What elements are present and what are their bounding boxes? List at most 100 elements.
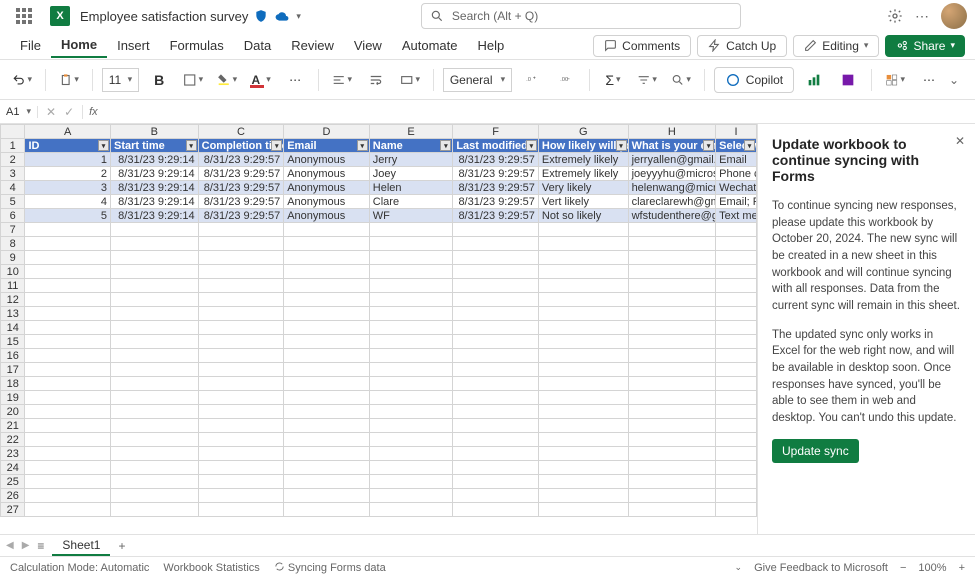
cell[interactable]: Not so likely bbox=[538, 209, 628, 223]
sheet-tab[interactable]: Sheet1 bbox=[52, 536, 110, 556]
cell[interactable] bbox=[716, 265, 757, 279]
row-header[interactable]: 21 bbox=[1, 419, 25, 433]
cell[interactable] bbox=[538, 223, 628, 237]
cell[interactable] bbox=[111, 405, 199, 419]
sort-filter-button[interactable]: ▾ bbox=[633, 66, 661, 94]
name-box[interactable]: A1▾ bbox=[0, 106, 38, 118]
cell[interactable] bbox=[111, 503, 199, 517]
more-icon[interactable]: ⋯ bbox=[915, 8, 929, 25]
cell[interactable] bbox=[538, 419, 628, 433]
row-header[interactable]: 16 bbox=[1, 349, 25, 363]
cell[interactable] bbox=[25, 447, 111, 461]
cell[interactable]: 8/31/23 9:29:57 bbox=[453, 181, 539, 195]
row-header[interactable]: 8 bbox=[1, 237, 25, 251]
row-header[interactable]: 27 bbox=[1, 503, 25, 517]
cell[interactable] bbox=[198, 405, 284, 419]
fill-color-button[interactable]: ▾ bbox=[213, 66, 241, 94]
col-header[interactable]: C bbox=[198, 125, 284, 139]
cell[interactable] bbox=[284, 307, 370, 321]
cell[interactable] bbox=[369, 489, 453, 503]
cell[interactable] bbox=[198, 237, 284, 251]
cell[interactable] bbox=[198, 503, 284, 517]
prev-sheet-icon[interactable]: ◀ bbox=[6, 540, 14, 551]
comments-button[interactable]: Comments bbox=[593, 35, 691, 57]
cell[interactable] bbox=[25, 223, 111, 237]
table-header-cell[interactable]: ID▾ bbox=[25, 139, 111, 153]
col-header[interactable]: F bbox=[453, 125, 539, 139]
shield-icon[interactable] bbox=[254, 9, 268, 23]
cell[interactable] bbox=[716, 475, 757, 489]
cell[interactable]: Anonymous bbox=[284, 167, 370, 181]
filter-icon[interactable]: ▾ bbox=[357, 140, 368, 151]
cell[interactable] bbox=[369, 321, 453, 335]
menu-home[interactable]: Home bbox=[51, 33, 107, 58]
cell[interactable] bbox=[716, 223, 757, 237]
cell[interactable] bbox=[198, 321, 284, 335]
cell[interactable] bbox=[25, 349, 111, 363]
cell[interactable] bbox=[716, 237, 757, 251]
merge-button[interactable]: ▾ bbox=[396, 66, 424, 94]
cell[interactable] bbox=[111, 307, 199, 321]
menu-review[interactable]: Review bbox=[281, 34, 344, 57]
cell[interactable] bbox=[198, 335, 284, 349]
filter-icon[interactable]: ▾ bbox=[440, 140, 451, 151]
cell[interactable] bbox=[369, 307, 453, 321]
cell-styles-button[interactable]: ▾ bbox=[881, 66, 909, 94]
cell[interactable]: 8/31/23 9:29:14 bbox=[111, 167, 199, 181]
cell[interactable] bbox=[716, 293, 757, 307]
cell[interactable] bbox=[111, 321, 199, 335]
row-header[interactable]: 18 bbox=[1, 377, 25, 391]
cell[interactable] bbox=[25, 265, 111, 279]
workbook-stats[interactable]: Workbook Statistics bbox=[163, 562, 259, 574]
cell[interactable] bbox=[284, 293, 370, 307]
cell[interactable] bbox=[111, 335, 199, 349]
cell[interactable]: Anonymous bbox=[284, 153, 370, 167]
align-button[interactable]: ▾ bbox=[328, 66, 356, 94]
cell[interactable] bbox=[453, 251, 539, 265]
row-header[interactable]: 20 bbox=[1, 405, 25, 419]
cell[interactable] bbox=[25, 279, 111, 293]
filter-icon[interactable]: ▾ bbox=[616, 140, 627, 151]
cell[interactable] bbox=[453, 335, 539, 349]
row-header[interactable]: 11 bbox=[1, 279, 25, 293]
cell[interactable] bbox=[369, 335, 453, 349]
cell[interactable] bbox=[538, 307, 628, 321]
add-sheet-button[interactable]: + bbox=[118, 539, 125, 553]
cell[interactable] bbox=[198, 349, 284, 363]
cell[interactable] bbox=[111, 377, 199, 391]
col-header[interactable]: I bbox=[716, 125, 757, 139]
cell[interactable]: Joey bbox=[369, 167, 453, 181]
cell[interactable] bbox=[198, 433, 284, 447]
all-sheets-icon[interactable]: ≡ bbox=[37, 539, 44, 553]
menu-automate[interactable]: Automate bbox=[392, 34, 468, 57]
cell[interactable] bbox=[25, 433, 111, 447]
next-sheet-icon[interactable]: ▶ bbox=[22, 540, 30, 551]
cell[interactable] bbox=[25, 503, 111, 517]
cell[interactable] bbox=[198, 391, 284, 405]
row-header[interactable]: 7 bbox=[1, 223, 25, 237]
filter-icon[interactable]: ▾ bbox=[186, 140, 197, 151]
increase-decimal-button[interactable]: .0 bbox=[518, 66, 546, 94]
menu-data[interactable]: Data bbox=[234, 34, 281, 57]
cell[interactable]: 8/31/23 9:29:57 bbox=[453, 167, 539, 181]
cell[interactable]: Clare bbox=[369, 195, 453, 209]
row-header[interactable]: 4 bbox=[1, 181, 25, 195]
find-button[interactable]: ▾ bbox=[667, 66, 695, 94]
cell[interactable]: Extremely likely bbox=[538, 153, 628, 167]
cell[interactable] bbox=[453, 223, 539, 237]
cell[interactable] bbox=[284, 419, 370, 433]
cell[interactable] bbox=[25, 321, 111, 335]
row-header[interactable]: 24 bbox=[1, 461, 25, 475]
cell[interactable] bbox=[538, 237, 628, 251]
cloud-sync-icon[interactable] bbox=[274, 9, 290, 23]
col-header[interactable]: E bbox=[369, 125, 453, 139]
cell[interactable] bbox=[538, 475, 628, 489]
cell[interactable] bbox=[628, 349, 716, 363]
analyze-data-button[interactable] bbox=[800, 66, 828, 94]
cell[interactable] bbox=[538, 405, 628, 419]
cell[interactable]: jerryallen@gmail.co bbox=[628, 153, 716, 167]
cell[interactable] bbox=[716, 251, 757, 265]
cell[interactable] bbox=[369, 475, 453, 489]
cell[interactable] bbox=[111, 391, 199, 405]
row-header[interactable]: 13 bbox=[1, 307, 25, 321]
